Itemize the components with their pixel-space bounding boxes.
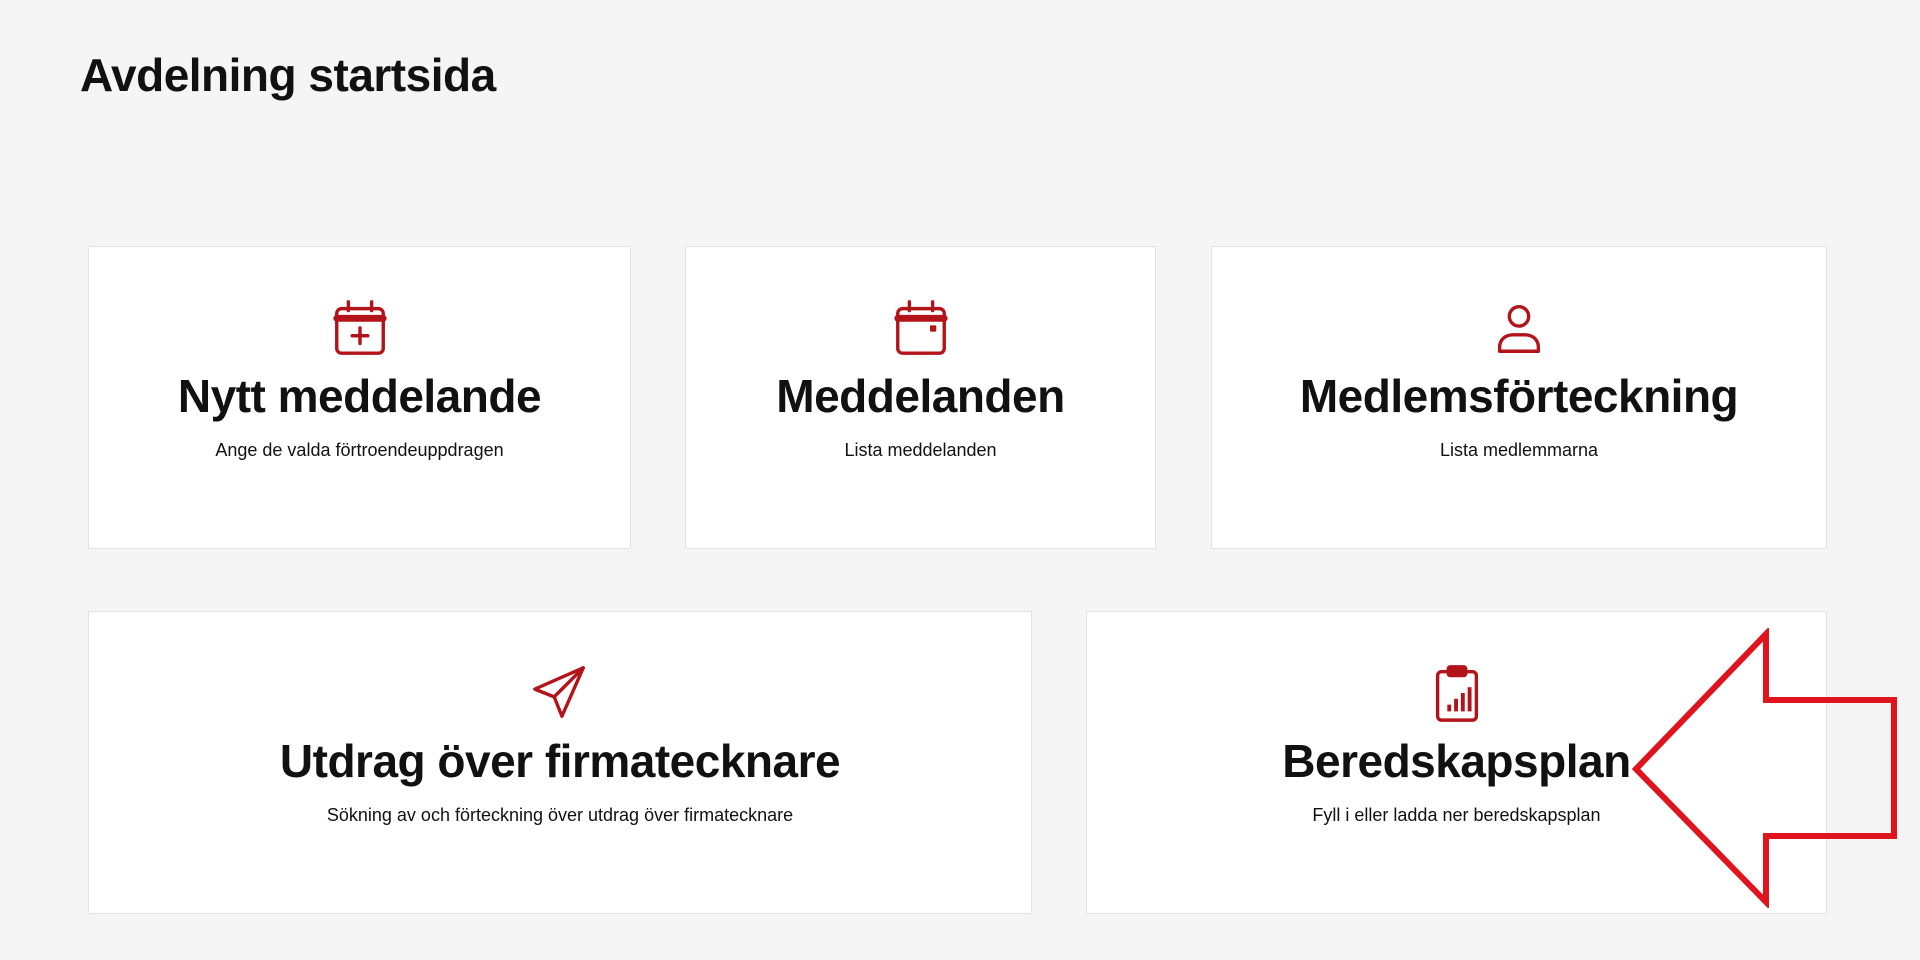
calendar-plus-icon [329,297,391,359]
card-description: Sökning av och förteckning över utdrag ö… [326,804,794,825]
clipboard-chart-icon [1426,662,1488,724]
calendar-icon [890,297,952,359]
card-nytt-meddelande[interactable]: Nytt meddelande Ange de valda förtroende… [88,246,631,549]
card-title: Nytt meddelande [177,370,542,422]
card-beredskapsplan[interactable]: Beredskapsplan Fyll i eller ladda ner be… [1086,611,1827,914]
user-icon [1488,297,1550,359]
card-description: Lista medlemmarna [1439,439,1599,460]
card-title: Beredskapsplan [1282,735,1631,787]
card-title: Utdrag över firmatecknare [279,735,841,787]
card-description: Fyll i eller ladda ner beredskapsplan [1312,804,1601,825]
card-description: Ange de valda förtroendeuppdragen [215,439,504,460]
card-description: Lista meddelanden [844,439,997,460]
card-title: Medlemsförteckning [1299,370,1739,422]
card-meddelanden[interactable]: Meddelanden Lista meddelanden [685,246,1156,549]
card-medlemsforteckning[interactable]: Medlemsförteckning Lista medlemmarna [1211,246,1827,549]
paper-plane-icon [529,662,591,724]
page: Avdelning startsida Nytt meddelande Ange… [0,0,1920,960]
page-title: Avdelning startsida [80,49,496,101]
card-title: Meddelanden [776,370,1065,422]
card-utdrag-over-firmatecknare[interactable]: Utdrag över firmatecknare Sökning av och… [88,611,1032,914]
